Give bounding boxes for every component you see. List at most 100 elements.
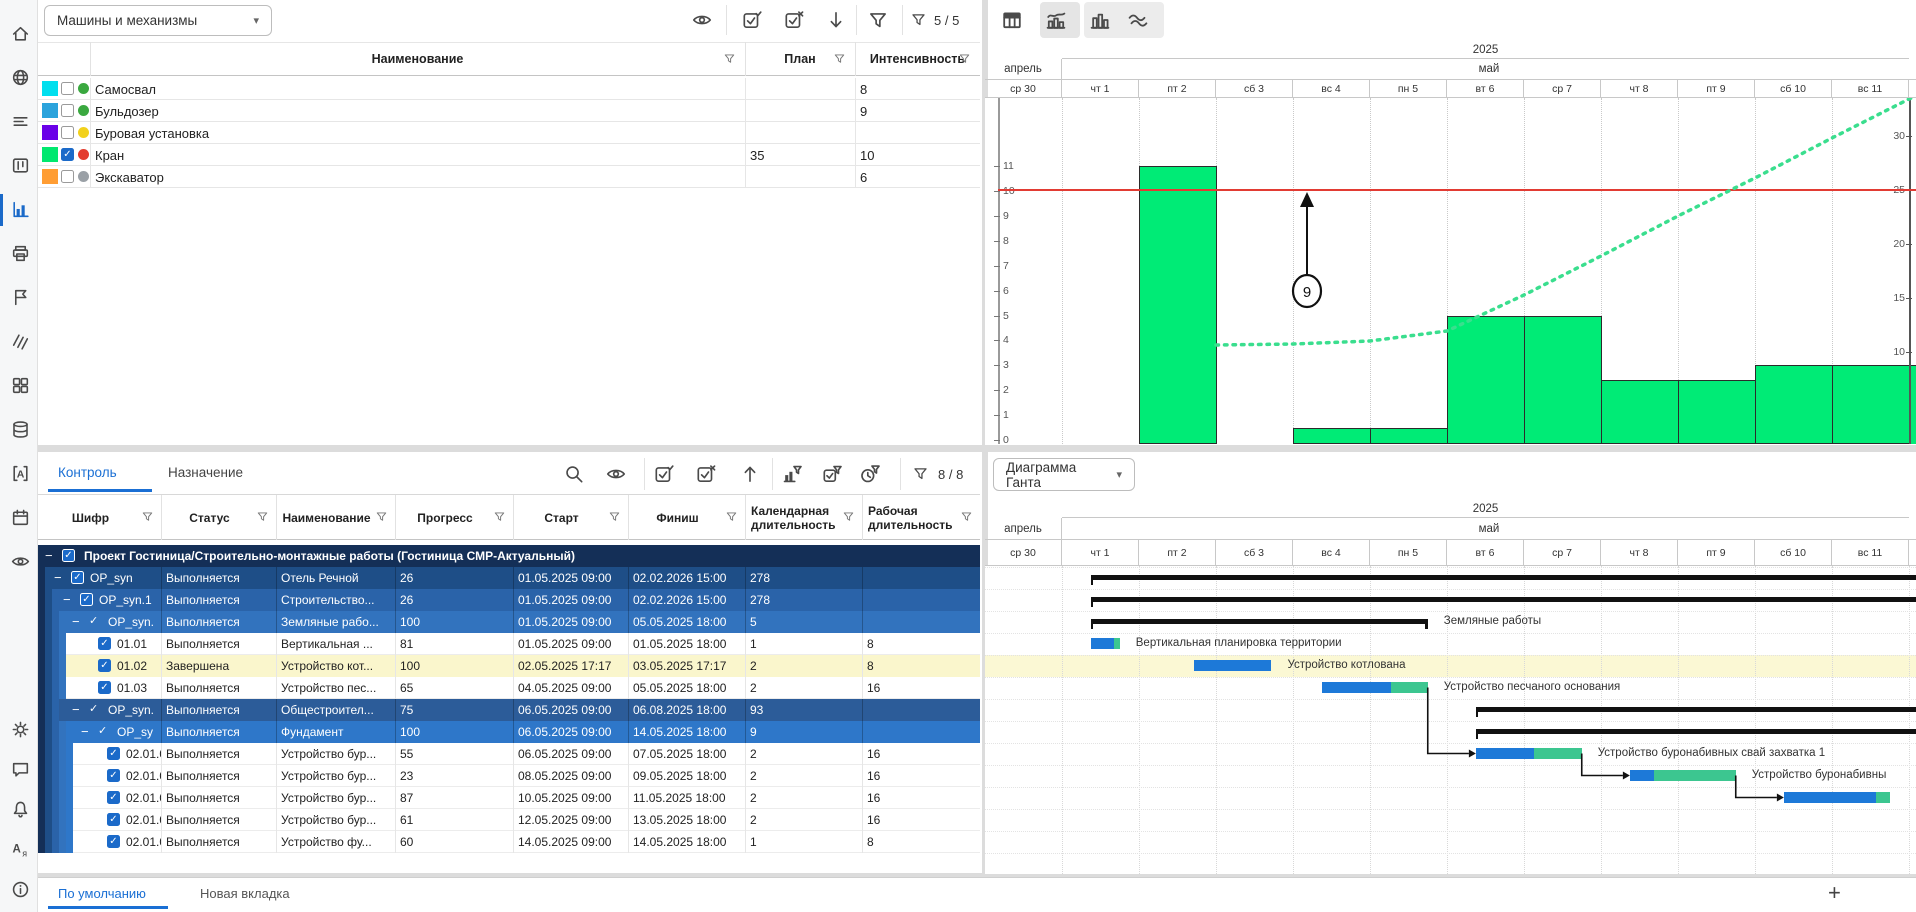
resources-column-filter-button[interactable] [833, 52, 847, 66]
resources-column-filter-button[interactable] [958, 52, 972, 66]
tasks-column-filter-button[interactable] [256, 510, 270, 524]
tree-collapse-toggle[interactable]: − [72, 614, 84, 630]
tree-collapse-toggle[interactable]: − [63, 592, 75, 608]
resource-row[interactable]: Буровая установка [38, 122, 980, 144]
resource-checkbox[interactable]: ✓ [61, 148, 74, 161]
gantt-summary-bar[interactable] [1091, 575, 1916, 580]
task-row-3[interactable]: −✓OP_syn.ВыполняетсяЗемляные рабо...1000… [38, 611, 980, 633]
task-row-4[interactable]: ✓01.01ВыполняетсяВертикальная ...8101.05… [38, 633, 980, 655]
task-checkbox[interactable]: ✓ [107, 747, 120, 760]
resource-checkbox[interactable] [61, 104, 74, 117]
gantt-task-bar[interactable] [1476, 748, 1582, 759]
chart-mode-waves-button[interactable] [1124, 7, 1152, 33]
task-row-7[interactable]: −✓OP_syn.ВыполняетсяОбщестроител...7506.… [38, 699, 980, 721]
resource-checkbox[interactable] [61, 126, 74, 139]
resource-checkbox[interactable] [61, 170, 74, 183]
tasks-toolbar-eye-button[interactable] [604, 462, 628, 486]
tree-collapse-toggle[interactable]: − [81, 724, 93, 740]
sidebar-item-kanban-board[interactable] [8, 152, 32, 178]
sidebar-item-translate[interactable]: Aя [8, 836, 32, 862]
task-checkbox[interactable]: ✓ [80, 593, 93, 606]
task-row-9[interactable]: ✓02.01.0ВыполняетсяУстройство бур...5506… [38, 743, 980, 765]
sidebar-item-sun[interactable] [8, 716, 32, 742]
resources-toolbar-arrow-down-button[interactable] [824, 8, 848, 32]
tab-assignment[interactable]: Назначение [168, 465, 243, 480]
sidebar-item-label-a[interactable]: A [8, 460, 32, 486]
task-checkbox[interactable]: ✓ [107, 769, 120, 782]
task-row-1[interactable]: −✓OP_synВыполняетсяОтель Речной2601.05.2… [38, 567, 980, 589]
tasks-toolbar-chart-funnel-button[interactable] [780, 462, 804, 486]
gantt-view-dropdown[interactable]: Диаграмма Ганта ▾ [993, 458, 1135, 491]
resource-row[interactable]: Экскаватор6 [38, 166, 980, 188]
task-row-0[interactable]: −✓Проект Гостиница/Строительно-монтажные… [38, 545, 980, 567]
gantt-summary-bar[interactable] [1091, 619, 1428, 624]
sidebar-item-home[interactable] [8, 20, 32, 46]
sidebar-item-globe[interactable] [8, 64, 32, 90]
resources-toolbar-eye-button[interactable] [690, 8, 714, 32]
task-row-2[interactable]: −✓OP_syn.1ВыполняетсяСтроительство...260… [38, 589, 980, 611]
task-checkbox[interactable]: ✓ [98, 681, 111, 694]
tasks-toolbar-arrow-up-button[interactable] [738, 462, 762, 486]
tasks-column-filter-button[interactable] [493, 510, 507, 524]
tasks-toolbar-clock-funnel-button[interactable] [858, 462, 882, 486]
chart-mode-table-button[interactable] [998, 7, 1026, 33]
tasks-column-filter-button[interactable] [725, 510, 739, 524]
gantt-summary-bar[interactable] [1476, 707, 1916, 712]
resource-row[interactable]: Бульдозер9 [38, 100, 980, 122]
gantt-task-bar[interactable] [1630, 770, 1736, 781]
resource-view-dropdown[interactable]: Машины и механизмы ▾ [44, 5, 272, 36]
task-row-12[interactable]: ✓02.01.0ВыполняетсяУстройство бур...6112… [38, 809, 980, 831]
resources-toolbar-funnel-button[interactable] [866, 8, 890, 32]
tasks-toolbar-search-button[interactable] [562, 462, 586, 486]
gantt-task-bar[interactable] [1194, 660, 1271, 671]
tree-collapse-toggle[interactable]: − [45, 548, 57, 564]
sidebar-item-calendar[interactable] [8, 504, 32, 530]
chart-mode-bar-chart-button[interactable] [1086, 7, 1114, 33]
task-checkbox[interactable]: ✓ [107, 791, 120, 804]
tab-control[interactable]: Контроль [58, 465, 117, 480]
tasks-toolbar-checkbox-funnel-button[interactable] [820, 462, 844, 486]
task-checkbox[interactable]: ✓ [107, 835, 120, 848]
tasks-column-filter-button[interactable] [375, 510, 389, 524]
add-workspace-tab-button[interactable]: + [1828, 880, 1841, 906]
sidebar-item-align-list[interactable] [8, 108, 32, 134]
tree-collapse-toggle[interactable]: − [54, 570, 66, 586]
tasks-toolbar-uncheck-all-button[interactable] [694, 462, 718, 486]
workspace-tab-new[interactable]: Новая вкладка [200, 886, 290, 901]
resources-column-filter-button[interactable] [723, 52, 737, 66]
resource-row[interactable]: Самосвал8 [38, 78, 980, 100]
gantt-task-bar[interactable] [1322, 682, 1428, 693]
horizontal-splitter[interactable] [38, 445, 1916, 452]
task-row-5[interactable]: ✓01.02ЗавершенаУстройство кот...10002.05… [38, 655, 980, 677]
sidebar-item-grid[interactable] [8, 372, 32, 398]
task-row-10[interactable]: ✓02.01.0ВыполняетсяУстройство бур...2308… [38, 765, 980, 787]
task-checkbox[interactable]: ✓ [71, 571, 84, 584]
workspace-tab-default[interactable]: По умолчанию [58, 886, 146, 901]
sidebar-item-flag[interactable] [8, 284, 32, 310]
task-row-13[interactable]: ✓02.01.0ВыполняетсяУстройство фу...6014.… [38, 831, 980, 853]
gantt-task-bar[interactable] [1784, 792, 1890, 803]
gantt-summary-bar[interactable] [1476, 729, 1916, 734]
gantt-task-bar[interactable] [1091, 638, 1120, 649]
sidebar-item-info[interactable] [8, 876, 32, 902]
task-row-11[interactable]: ✓02.01.0ВыполняетсяУстройство бур...8710… [38, 787, 980, 809]
gantt-summary-bar[interactable] [1091, 597, 1916, 602]
task-row-8[interactable]: −✓OP_syВыполняетсяФундамент10006.05.2025… [38, 721, 980, 743]
tasks-column-filter-button[interactable] [608, 510, 622, 524]
tasks-toolbar-check-all-button[interactable] [652, 462, 676, 486]
task-checkbox[interactable]: ✓ [98, 637, 111, 650]
sidebar-item-hatching[interactable] [8, 328, 32, 354]
task-checkbox[interactable]: ✓ [62, 549, 75, 562]
resource-checkbox[interactable] [61, 82, 74, 95]
sidebar-item-database[interactable] [8, 416, 32, 442]
task-checkbox[interactable]: ✓ [98, 659, 111, 672]
task-checkbox[interactable]: ✓ [107, 813, 120, 826]
resource-row[interactable]: ✓Кран3510 [38, 144, 980, 166]
sidebar-item-chat[interactable] [8, 756, 32, 782]
tasks-column-filter-button[interactable] [842, 510, 856, 524]
chart-mode-histogram-line-button-active[interactable] [1042, 7, 1070, 33]
resources-toolbar-check-all-button[interactable] [740, 8, 764, 32]
sidebar-item-printer[interactable] [8, 240, 32, 266]
tasks-column-filter-button[interactable] [960, 510, 974, 524]
resources-toolbar-uncheck-all-button[interactable] [782, 8, 806, 32]
